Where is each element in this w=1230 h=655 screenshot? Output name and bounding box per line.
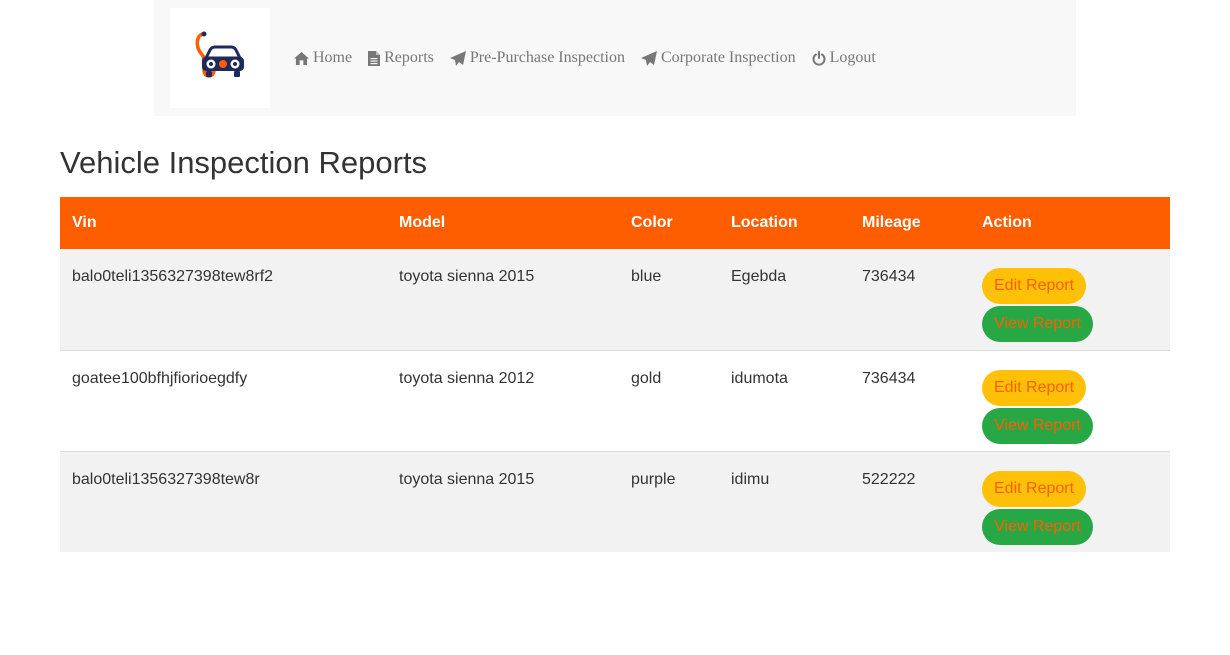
color-cell: blue <box>631 268 662 285</box>
nav-links: Home Reports Pre-Purchase Inspection Cor… <box>294 47 892 69</box>
model-cell: toyota sienna 2012 <box>387 349 619 451</box>
home-icon <box>294 51 309 65</box>
paper-plane-icon <box>640 50 657 66</box>
vin-cell: balo0teli1356327398tew8r <box>60 450 387 552</box>
nav-item-label: Corporate Inspection <box>660 49 796 66</box>
table-row: goatee100bfhjfiorioegdfy toyota sienna 2… <box>60 349 1170 451</box>
mileage-cell: 736434 <box>862 268 916 285</box>
model-cell: toyota sienna 2015 <box>387 450 619 552</box>
view-report-button[interactable]: View Report <box>982 407 1093 444</box>
nav-item-reports[interactable]: Reports <box>368 49 434 67</box>
nav-item-pre-purchase-inspection[interactable]: Pre-Purchase Inspection <box>449 49 625 67</box>
color-cell: purple <box>619 450 719 552</box>
location-cell: idumota <box>719 349 850 451</box>
edit-report-button[interactable]: Edit Report <box>982 470 1087 507</box>
nav-item-label: Logout <box>829 49 876 66</box>
nav-item-home[interactable]: Home <box>294 49 352 67</box>
nav-item-logout[interactable]: Logout <box>812 49 876 67</box>
nav-item-label: Reports <box>384 49 434 66</box>
mileage-cell: 522222 <box>850 450 970 552</box>
page-title: Vehicle Inspection Reports <box>60 145 428 180</box>
view-report-button[interactable]: View Report <box>982 306 1093 342</box>
action-cell: Edit Report View Report <box>970 349 1170 451</box>
vin-cell: goatee100bfhjfiorioegdfy <box>60 349 387 451</box>
table-row: balo0teli1356327398tew8rf2 toyota sienna… <box>60 249 1170 350</box>
logo[interactable] <box>170 8 270 108</box>
nav-item-label: Pre-Purchase Inspection <box>469 49 625 66</box>
column-header-action: Action <box>982 214 1032 231</box>
reports-table: Vin Model Color Location Mileage Action … <box>60 197 1170 552</box>
mileage-cell: 736434 <box>850 349 970 451</box>
vin-cell: balo0teli1356327398tew8rf2 <box>72 268 274 285</box>
navbar: Home Reports Pre-Purchase Inspection Cor… <box>154 0 1076 116</box>
column-header-vin: Vin <box>72 214 97 231</box>
action-cell: Edit Report View Report <box>970 450 1170 552</box>
view-report-button[interactable]: View Report <box>982 508 1093 545</box>
action-cell: Edit Report View Report <box>970 249 1170 350</box>
car-stethoscope-logo-icon <box>195 31 244 78</box>
table-row: balo0teli1356327398tew8r toyota sienna 2… <box>60 450 1170 552</box>
edit-report-button[interactable]: Edit Report <box>982 268 1087 304</box>
edit-report-button[interactable]: Edit Report <box>982 369 1087 406</box>
location-cell: Egebda <box>731 268 787 285</box>
paper-plane-icon <box>449 50 466 66</box>
column-header-location: Location <box>731 214 798 231</box>
model-cell: toyota sienna 2015 <box>399 268 535 285</box>
color-cell: gold <box>619 349 719 451</box>
location-cell: idimu <box>719 450 850 552</box>
nav-item-label: Home <box>313 49 353 66</box>
table-header-row: Vin Model Color Location Mileage Action <box>60 197 1170 249</box>
column-header-mileage: Mileage <box>862 214 921 231</box>
document-icon <box>368 50 381 66</box>
power-icon <box>812 50 826 66</box>
column-header-model: Model <box>399 214 446 231</box>
column-header-color: Color <box>631 214 673 231</box>
nav-item-corporate-inspection[interactable]: Corporate Inspection <box>640 49 796 67</box>
